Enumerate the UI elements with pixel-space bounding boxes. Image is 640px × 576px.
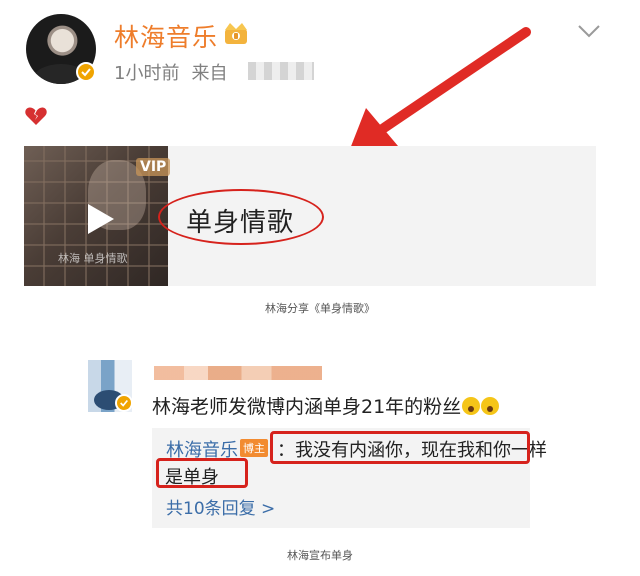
post-time: 1小时前	[114, 63, 180, 84]
share-caption: 林海分享《单身情歌》	[265, 302, 375, 315]
post-meta: 1小时前 来自	[114, 59, 227, 85]
cover-text: 林海 单身情歌	[58, 252, 128, 265]
broken-heart-icon	[25, 107, 47, 125]
scared-face-icon	[481, 397, 500, 415]
commenter-name-pixelated	[154, 366, 322, 380]
post-source-prefix: 来自	[191, 63, 228, 84]
verified-icon	[76, 62, 96, 82]
vip-badge: VIP	[136, 158, 171, 176]
song-title-highlight-circle	[158, 189, 324, 245]
reply-highlight-box	[270, 431, 530, 464]
red-arrow-annotation	[348, 27, 531, 154]
author-name[interactable]: 林海音乐	[114, 18, 218, 54]
comment-body: 林海老师发微博内涵单身21年的粉丝	[152, 396, 462, 418]
crown-icon	[225, 23, 247, 44]
commenter-verified-icon	[115, 394, 133, 412]
bottom-caption: 林海宣布单身	[287, 549, 353, 562]
comment-text: 林海老师发微博内涵单身21年的粉丝	[152, 392, 500, 419]
play-icon[interactable]	[86, 202, 116, 236]
more-replies-link[interactable]: 共10条回复 >	[166, 494, 275, 519]
source-pixelated	[248, 62, 314, 80]
reply-highlight-box	[156, 458, 248, 488]
op-badge: 博主	[240, 439, 268, 457]
scared-face-icon	[462, 397, 481, 415]
chevron-down-icon[interactable]	[577, 24, 601, 38]
